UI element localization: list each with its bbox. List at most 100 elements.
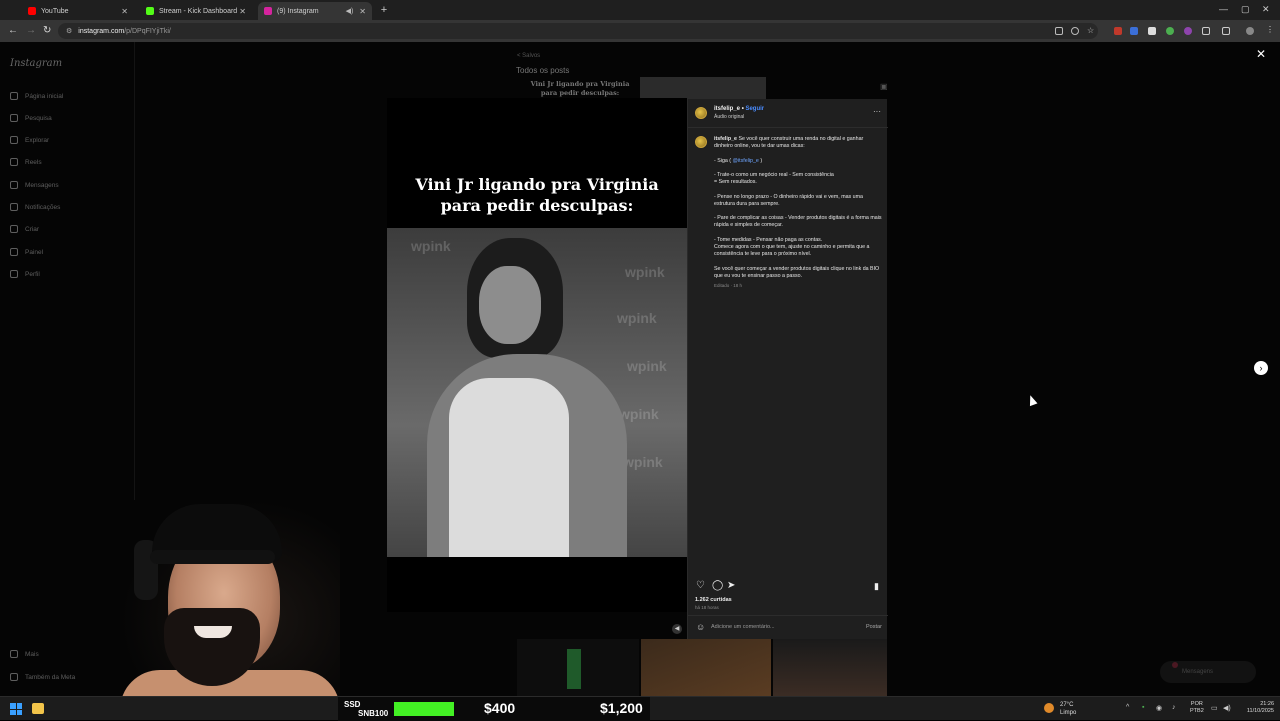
sidebar-item-6[interactable]: Criar [10, 225, 39, 233]
post-video[interactable]: wpink wpink wpink wpink wpink wpink wpin… [387, 228, 687, 557]
ticker-amount: $400 [484, 700, 516, 716]
saved-thumbnail[interactable] [773, 639, 887, 696]
watermark: wpink [625, 264, 665, 280]
microphone-icon[interactable]: ♪ [1172, 704, 1176, 711]
caption-paragraph: itsfelip_e Se você quer construir uma re… [714, 136, 882, 150]
caption-text: - Trate-o como um negócio real - Sem con… [714, 171, 834, 178]
caption-line: para pedir desculpas: [440, 196, 634, 215]
saved-thumbnail[interactable] [517, 639, 639, 696]
reels-icon [10, 158, 18, 166]
next-post-button[interactable]: › [1254, 361, 1268, 375]
mute-icon[interactable]: ◀ [672, 624, 682, 634]
share-icon[interactable]: ➤ [727, 581, 735, 591]
extension-icon[interactable] [1166, 27, 1174, 35]
close-tab-icon[interactable]: ✕ [121, 7, 128, 16]
caption-mention-link[interactable]: @itsfelip_e [733, 158, 759, 164]
bookmark-star-icon[interactable]: ☆ [1087, 27, 1095, 35]
menu-kebab-icon[interactable]: ⋮ [1266, 25, 1274, 34]
minimize-button[interactable]: — [1219, 4, 1228, 14]
caption-username[interactable]: itsfelip_e [714, 136, 737, 142]
address-bar[interactable]: ⚙ instagram.com /p/DPqFIYjiTki/ [58, 23, 1098, 39]
close-tab-icon[interactable]: ✕ [239, 7, 246, 16]
tab-instagram[interactable]: (9) Instagram ◀) ✕ [258, 2, 372, 20]
weather-icon[interactable] [1044, 703, 1054, 713]
tray-app-icon[interactable]: ◉ [1156, 704, 1162, 712]
caption-paragraph: - Siga ( @itsfelip_e ) [714, 158, 882, 165]
sidebar-item-4[interactable]: Mensagens [10, 181, 59, 189]
close-tab-icon[interactable]: ✕ [359, 7, 366, 16]
extension-icon[interactable] [1148, 27, 1156, 35]
caption-paragraph: = Sem resultados. [714, 179, 882, 186]
post-comment-button[interactable]: Postar [866, 624, 882, 630]
author-username[interactable]: itsfelip_e [714, 106, 740, 112]
likes-count[interactable]: 1.262 curtidas [695, 597, 732, 603]
extensions-puzzle-icon[interactable] [1202, 27, 1210, 35]
ticker-label: SNB100 [358, 709, 389, 718]
more-options-icon[interactable]: ··· [873, 107, 881, 116]
back-button[interactable]: ← [8, 25, 18, 36]
extension-icon[interactable] [1184, 27, 1192, 35]
audio-label[interactable]: Áudio original [714, 114, 744, 120]
stream-ticker-overlay: SSD SNB100 $400 $1,200 [338, 697, 650, 721]
maximize-button[interactable]: ▢ [1241, 4, 1250, 15]
youtube-icon [28, 7, 36, 15]
input-language[interactable]: POR PTB2 [1190, 701, 1204, 715]
tab-youtube[interactable]: YouTube ✕ [22, 2, 134, 20]
instagram-icon [264, 7, 272, 15]
url-path: /p/DPqFIYjiTki/ [124, 27, 171, 35]
post-overlay-caption: Vini Jr ligando pra Virginia para pedir … [387, 174, 687, 216]
chevron-up-icon[interactable]: ^ [1126, 704, 1129, 711]
sidebar-item-2[interactable]: Explorar [10, 136, 49, 144]
sidebar-item-meta[interactable]: Também da Meta [10, 673, 75, 681]
forward-button[interactable]: → [26, 25, 36, 36]
system-clock[interactable]: 21:26 11/10/2025 [1238, 701, 1274, 715]
site-info-icon[interactable]: ⚙ [66, 27, 72, 35]
sidebar-item-8[interactable]: Perfil [10, 270, 40, 278]
saved-back-link[interactable]: < Salvos [517, 53, 540, 59]
top-shape [449, 378, 569, 557]
sidebar-item-1[interactable]: Pesquisa [10, 114, 52, 122]
file-explorer-icon[interactable] [32, 703, 44, 714]
sidebar-item-5[interactable]: Notificações [10, 203, 60, 211]
tab-title: YouTube [41, 7, 69, 15]
tray-app-icon[interactable]: ▪ [1142, 704, 1144, 711]
saved-bookmark-icon[interactable]: ▮ [874, 581, 879, 591]
extension-icon[interactable] [1114, 27, 1122, 35]
ticker-label: SSD [344, 700, 361, 709]
sidebar-item-7[interactable]: Painel [10, 248, 43, 256]
speaker-icon[interactable]: ◀) [346, 7, 354, 15]
sidebar-icon[interactable] [1222, 27, 1230, 35]
sidebar-item-0[interactable]: Página inicial [10, 92, 63, 100]
new-tab-button[interactable]: + [378, 4, 390, 16]
volume-icon[interactable]: ◀) [1223, 704, 1231, 712]
caption-meta: Editado · 18 h [714, 283, 743, 288]
post-time: há 18 horas [695, 605, 719, 610]
sidebar-item-more[interactable]: Mais [10, 650, 39, 658]
windows-start-icon[interactable] [10, 703, 22, 715]
sidebar-item-3[interactable]: Reels [10, 158, 42, 166]
comment-input[interactable]: Adicione um comentário... [711, 624, 775, 630]
saved-thumbnail-caption[interactable]: Vini Jr ligando pra Virginia para pedir … [530, 80, 630, 98]
extension-icon[interactable] [1130, 27, 1138, 35]
post-media[interactable]: Vini Jr ligando pra Virginia para pedir … [387, 98, 687, 612]
reload-button[interactable]: ↻ [43, 25, 51, 36]
tab-kick[interactable]: Stream - Kick Dashboard ✕ [140, 2, 252, 20]
close-post-icon[interactable]: ✕ [1256, 47, 1266, 61]
profile-avatar-icon[interactable] [1246, 27, 1254, 35]
install-app-icon[interactable] [1055, 27, 1063, 35]
like-heart-icon[interactable]: ♡ [696, 581, 705, 591]
saved-thumbnail[interactable] [641, 639, 771, 696]
network-icon[interactable]: ▭ [1211, 704, 1218, 712]
follow-button[interactable]: Seguir [745, 106, 764, 112]
emoji-icon[interactable]: ☺ [696, 622, 705, 632]
date: 11/10/2025 [1246, 708, 1274, 714]
comment-icon[interactable]: ◯ [712, 581, 723, 591]
caption-paragraph [714, 150, 882, 157]
weather-widget[interactable]: 27°C Limpo [1060, 701, 1076, 717]
instagram-logo[interactable]: Instagram [10, 58, 62, 69]
avatar[interactable] [695, 136, 707, 148]
avatar[interactable] [695, 107, 707, 119]
close-window-button[interactable]: ✕ [1262, 4, 1270, 15]
keyboard-layout: PTB2 [1190, 708, 1204, 714]
zoom-icon[interactable] [1071, 27, 1079, 35]
